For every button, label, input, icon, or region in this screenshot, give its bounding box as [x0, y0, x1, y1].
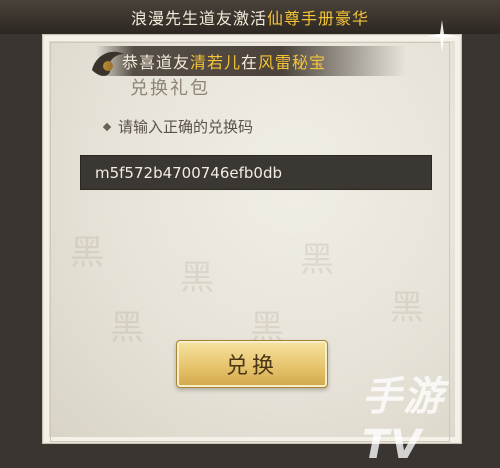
ribbon-middle: 在: [241, 53, 259, 72]
redeem-prompt: 请输入正确的兑换码: [102, 116, 254, 137]
congrats-ribbon: 恭喜道友 清若儿在风雷秘宝: [96, 46, 406, 76]
watermark-logo: 手游TV: [362, 374, 444, 468]
banner-text: 浪漫先生道友激活: [130, 9, 267, 28]
panel-title: 兑换礼包: [130, 78, 210, 99]
background-calligraphy: ⿊: [180, 258, 214, 298]
background-calligraphy: ⿊: [300, 240, 334, 280]
ribbon-location: 风雷秘宝: [258, 53, 327, 72]
background-calligraphy: ⿊: [70, 233, 104, 273]
prompt-label: 请输入正确的兑换码: [118, 118, 254, 136]
sparkle-icon: [426, 20, 458, 52]
ribbon-player-name: 清若儿: [190, 53, 242, 72]
banner-highlight: 仙尊手册豪华: [267, 9, 370, 28]
background-calligraphy: ⿊: [390, 288, 424, 328]
redeem-button[interactable]: 兑换: [176, 340, 328, 388]
diamond-bullet-icon: [102, 122, 112, 131]
background-calligraphy: ⿊: [110, 308, 144, 348]
ribbon-prefix: 恭喜道友: [122, 53, 191, 72]
redeem-button-label: 兑换: [225, 354, 278, 379]
redeem-code-input[interactable]: [80, 155, 432, 190]
